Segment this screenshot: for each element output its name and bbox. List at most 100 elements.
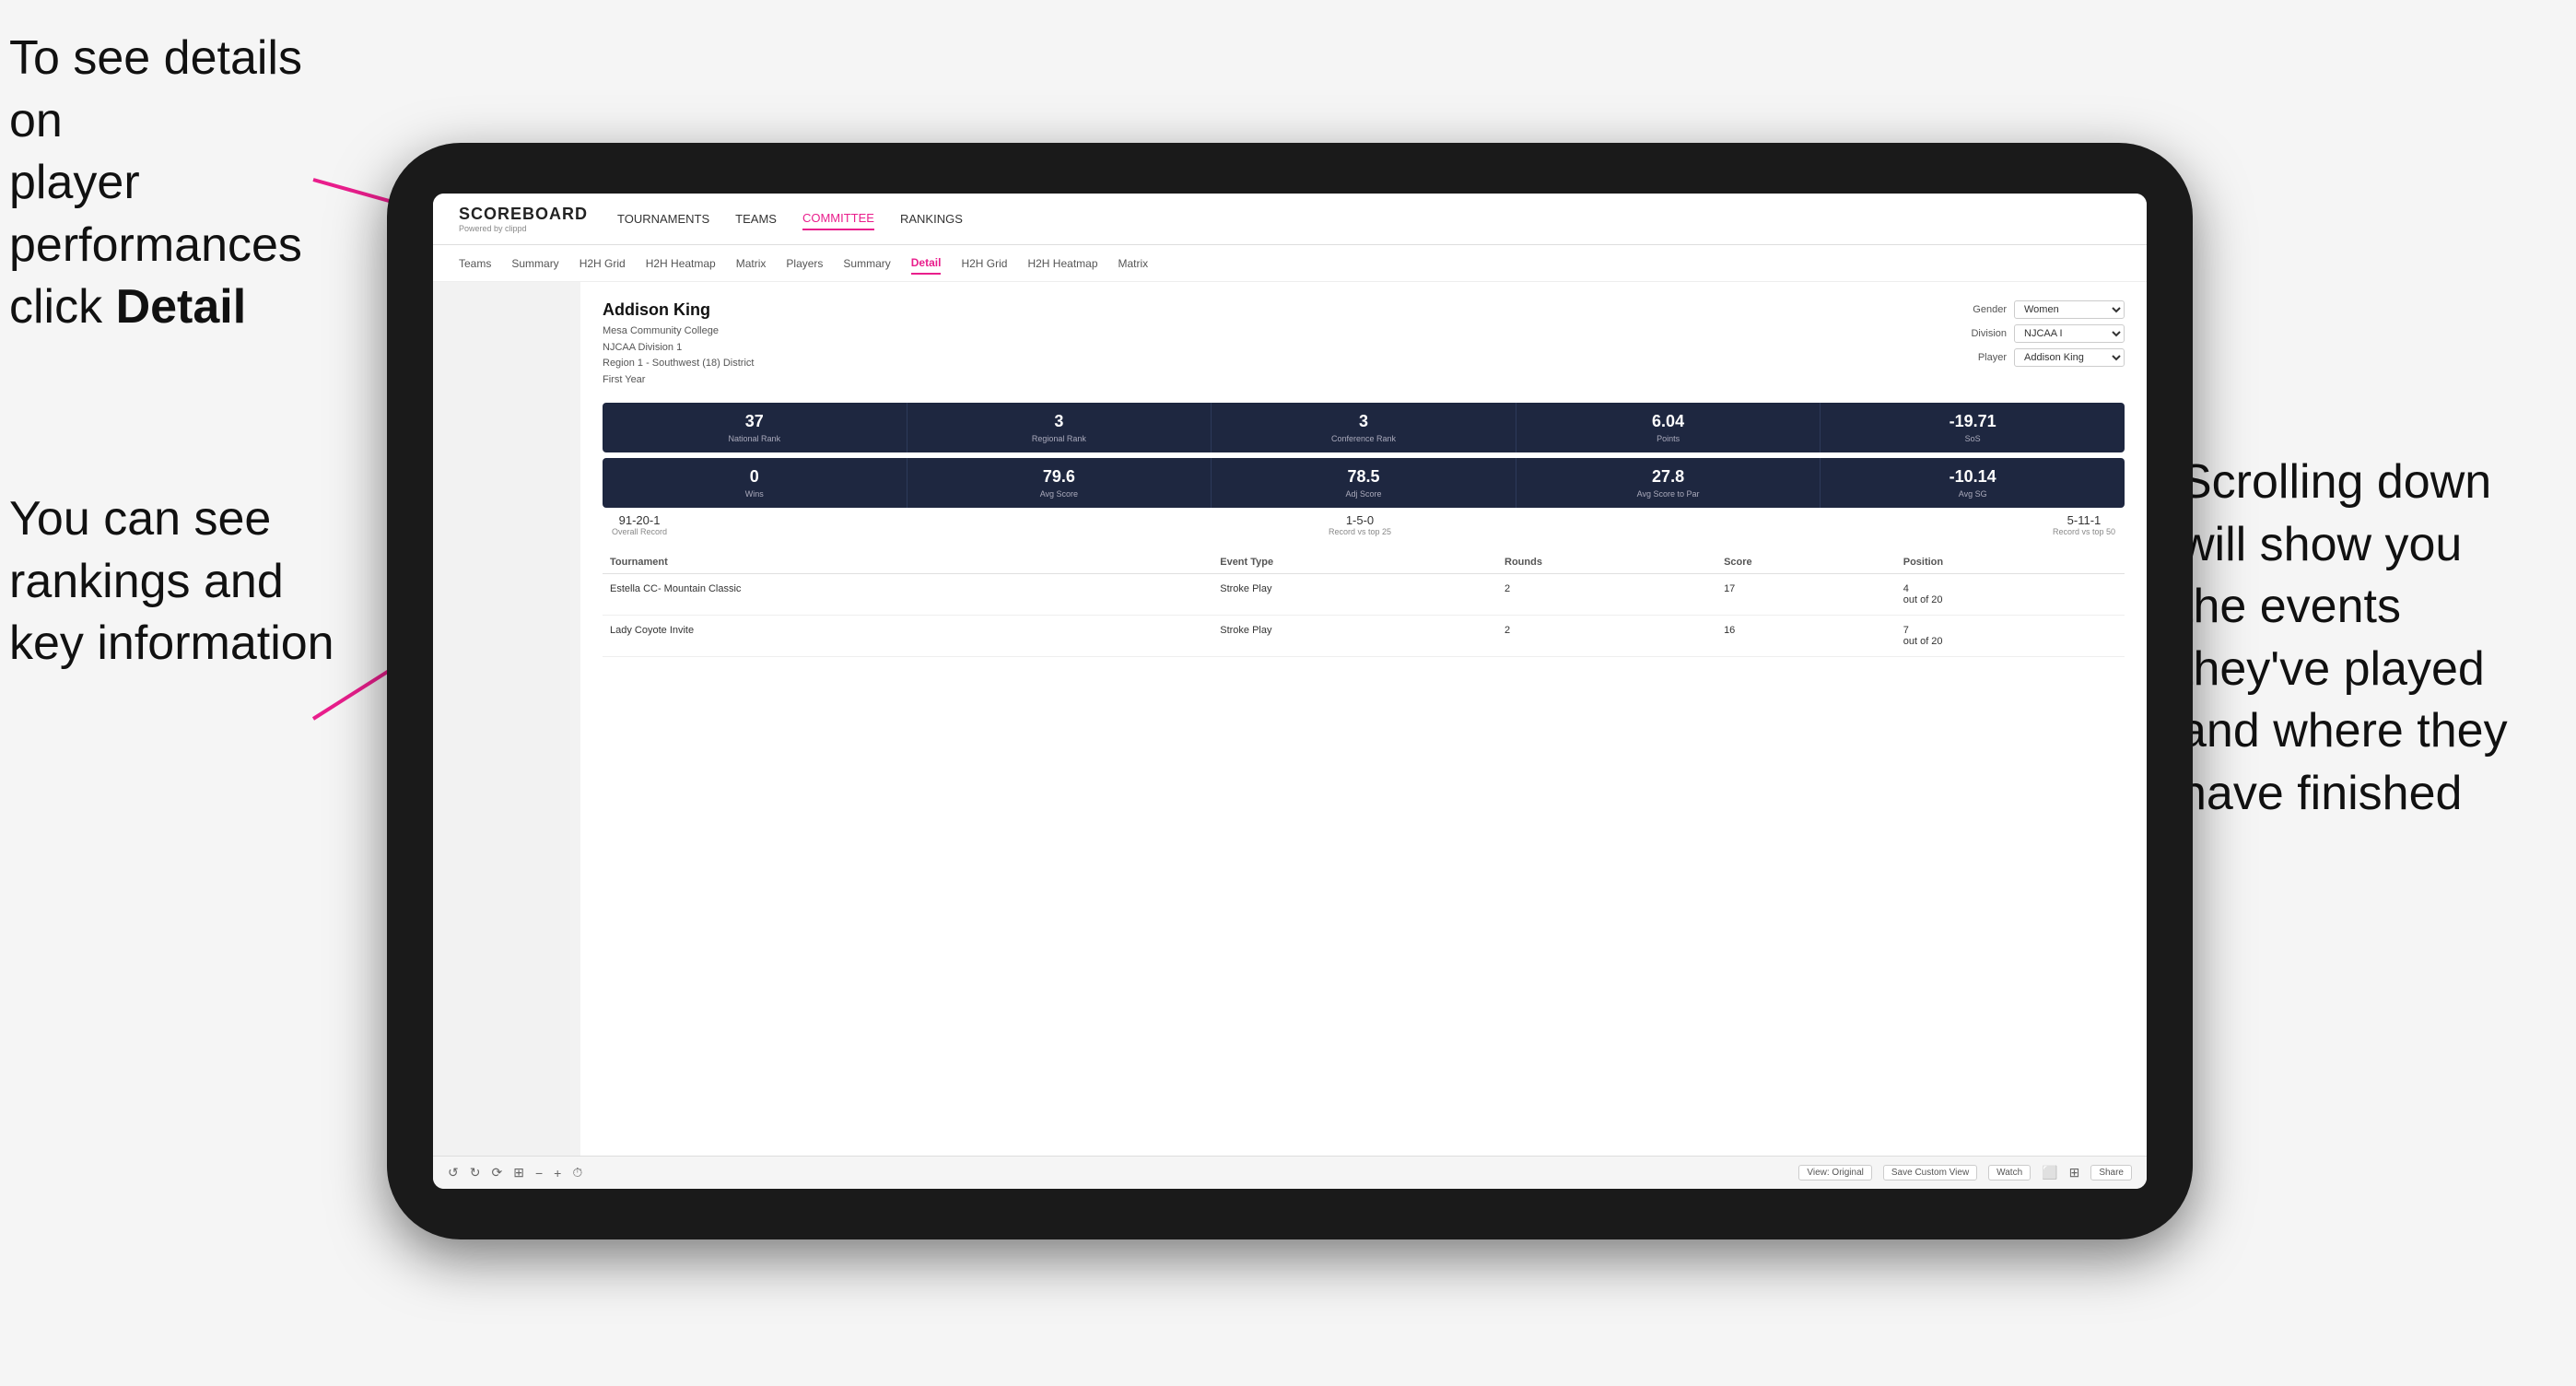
records-row: 91-20-1 Overall Record 1-5-0 Record vs t… [603,513,2125,536]
stat-sos-value: -19.71 [1826,412,2119,431]
stat-national-rank-value: 37 [608,412,901,431]
tab-h2h-heatmap2[interactable]: H2H Heatmap [1027,253,1097,274]
nav-rankings[interactable]: RANKINGS [900,208,963,229]
cell-tournament-2: Lady Coyote Invite [603,616,1212,657]
minus-icon[interactable]: − [535,1166,543,1180]
ann-bl-line2: rankings and [9,555,284,608]
grid-icon[interactable]: ⊞ [2069,1165,2080,1180]
share-button[interactable]: Share [2090,1165,2132,1180]
tab-summary[interactable]: Summary [511,253,558,274]
annotation-top-left: To see details on player performances cl… [9,28,341,339]
tab-players[interactable]: Players [786,253,823,274]
player-select[interactable]: Addison King [2014,348,2125,367]
stat-avg-score-par-value: 27.8 [1522,467,1815,487]
cell-score-2: 16 [1716,616,1896,657]
tab-summary2[interactable]: Summary [843,253,890,274]
ann-r-line5: and where they [2180,704,2508,758]
watch-button[interactable]: Watch [1988,1165,2031,1180]
stats-row-2: 0 Wins 79.6 Avg Score 78.5 Adj Score 27.… [603,458,2125,508]
cell-rounds-2: 2 [1497,616,1716,657]
undo-icon[interactable]: ↺ [448,1165,459,1180]
nav-teams[interactable]: TEAMS [735,208,777,229]
record-overall-value: 91-20-1 [612,513,667,527]
scoreboard-logo: SCOREBOARD Powered by clippd [459,205,588,233]
copy-icon[interactable]: ⊞ [513,1165,524,1180]
cell-position-1: 4out of 20 [1896,574,2125,616]
nav-tournaments[interactable]: TOURNAMENTS [617,208,709,229]
refresh-icon[interactable]: ⟳ [491,1165,502,1180]
tab-matrix[interactable]: Matrix [736,253,767,274]
gender-select[interactable]: Women Men [2014,300,2125,319]
sub-nav: Teams Summary H2H Grid H2H Heatmap Matri… [433,245,2147,282]
stat-avg-sg-value: -10.14 [1826,467,2119,487]
division-filter-row: Division NJCAA I NJCAA II [1971,324,2125,343]
player-name: Addison King [603,300,754,320]
player-filter-row: Player Addison King [1978,348,2125,367]
stat-wins-value: 0 [608,467,901,487]
cell-event-type-2: Stroke Play [1212,616,1497,657]
clock-icon[interactable]: ⏱ [572,1165,582,1180]
left-sidebar [433,282,580,1156]
stat-avg-score-label: Avg Score [913,489,1206,499]
stat-national-rank-label: National Rank [608,434,901,443]
cell-position-2: 7out of 20 [1896,616,2125,657]
tab-h2h-grid[interactable]: H2H Grid [580,253,626,274]
stat-points: 6.04 Points [1516,403,1821,452]
stat-adj-score-label: Adj Score [1217,489,1510,499]
tab-teams[interactable]: Teams [459,253,491,274]
record-top25-value: 1-5-0 [1329,513,1391,527]
detail-panel: Addison King Mesa Community College NJCA… [580,282,2147,1156]
player-division: NJCAA Division 1 [603,340,754,357]
powered-by: Powered by clippd [459,224,588,233]
view-original-button[interactable]: View: Original [1798,1165,1872,1180]
stat-conference-rank-value: 3 [1217,412,1510,431]
screen-icon[interactable]: ⬜ [2042,1165,2057,1180]
table-row: Lady Coyote Invite Stroke Play 2 16 7out… [603,616,2125,657]
ann-detail-bold: Detail [116,280,247,334]
ann-bl-line3: key information [9,617,334,670]
ann-r-line1: Scrolling down [2180,455,2491,509]
division-label: Division [1971,328,2007,339]
stat-national-rank: 37 National Rank [603,403,907,452]
top-nav: SCOREBOARD Powered by clippd TOURNAMENTS… [433,194,2147,245]
cell-tournament-1: Estella CC- Mountain Classic [603,574,1212,616]
col-score: Score [1716,551,1896,574]
stat-avg-score-par-label: Avg Score to Par [1522,489,1815,499]
tab-h2h-grid2[interactable]: H2H Grid [961,253,1007,274]
stat-points-label: Points [1522,434,1815,443]
save-custom-view-button[interactable]: Save Custom View [1883,1165,1977,1180]
record-overall-label: Overall Record [612,527,667,536]
player-header: Addison King Mesa Community College NJCA… [603,300,2125,388]
stats-row-1: 37 National Rank 3 Regional Rank 3 Confe… [603,403,2125,452]
plus-icon[interactable]: + [554,1166,561,1180]
cell-rounds-1: 2 [1497,574,1716,616]
tab-detail[interactable]: Detail [911,253,942,275]
cell-event-type-1: Stroke Play [1212,574,1497,616]
stat-avg-score: 79.6 Avg Score [907,458,1212,508]
tab-h2h-heatmap[interactable]: H2H Heatmap [646,253,716,274]
stat-wins-label: Wins [608,489,901,499]
stat-sos: -19.71 SoS [1821,403,2125,452]
tablet-frame: SCOREBOARD Powered by clippd TOURNAMENTS… [387,143,2193,1239]
division-select[interactable]: NJCAA I NJCAA II [2014,324,2125,343]
player-year: First Year [603,372,754,389]
tournaments-table: Tournament Event Type Rounds Score Posit… [603,551,2125,657]
redo-icon[interactable]: ↻ [470,1165,481,1180]
col-tournament: Tournament [603,551,1212,574]
ann-r-line3: the events [2180,580,2401,633]
player-label: Player [1978,352,2007,363]
stat-points-value: 6.04 [1522,412,1815,431]
tab-matrix2[interactable]: Matrix [1118,253,1149,274]
ann-r-line4: they've played [2180,642,2485,696]
stat-wins: 0 Wins [603,458,907,508]
tablet-screen: SCOREBOARD Powered by clippd TOURNAMENTS… [433,194,2147,1189]
nav-committee[interactable]: COMMITTEE [802,207,874,230]
main-content: Addison King Mesa Community College NJCA… [433,282,2147,1156]
gender-label: Gender [1973,304,2007,315]
ann-r-line2: will show you [2180,518,2462,571]
col-rounds: Rounds [1497,551,1716,574]
stat-sos-label: SoS [1826,434,2119,443]
record-top25-label: Record vs top 25 [1329,527,1391,536]
table-row: Estella CC- Mountain Classic Stroke Play… [603,574,2125,616]
gender-filter-row: Gender Women Men [1973,300,2125,319]
